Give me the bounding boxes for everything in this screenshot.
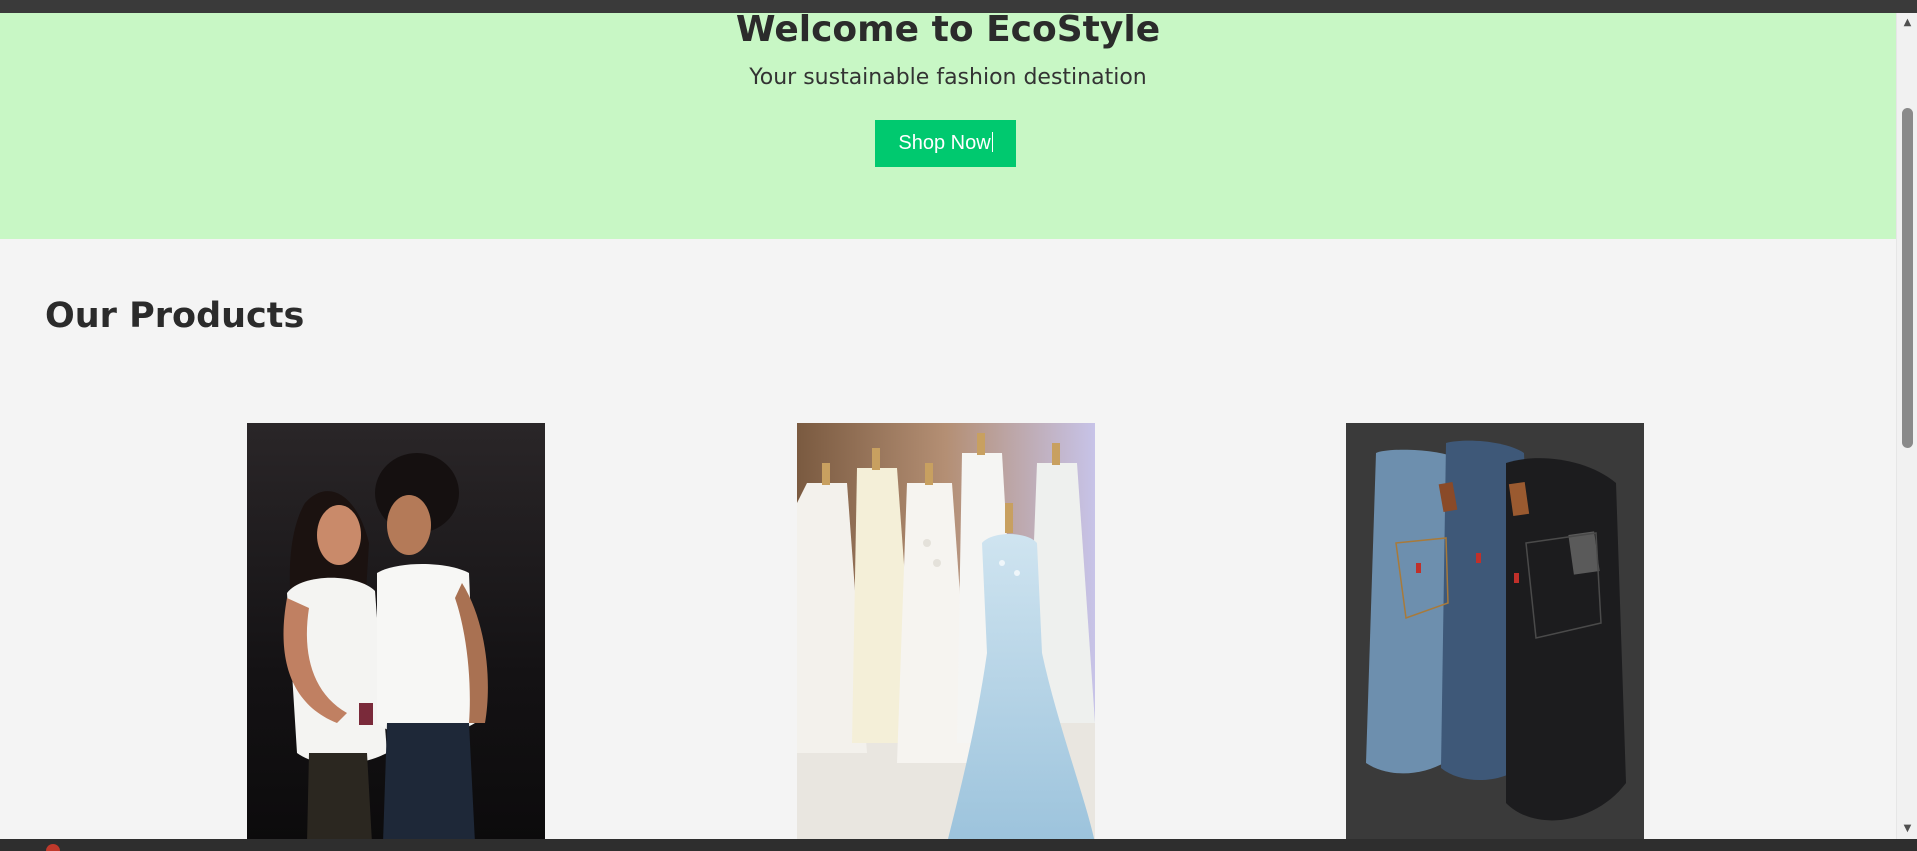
- taskbar-strip: [0, 839, 1917, 851]
- couple-white-tshirts-photo: [247, 423, 545, 839]
- hero-title: Welcome to EcoStyle: [735, 13, 1161, 50]
- vertical-scrollbar[interactable]: ▲ ▼: [1896, 13, 1917, 839]
- hero-banner: Welcome to EcoStyle Your sustainable fas…: [0, 13, 1896, 239]
- hero-subtitle: Your sustainable fashion destination: [749, 65, 1147, 90]
- product-card-dresses[interactable]: [797, 423, 1095, 839]
- text-cursor: [991, 131, 993, 152]
- scrollbar-thumb[interactable]: [1902, 108, 1913, 448]
- product-card-tshirts[interactable]: [247, 423, 545, 839]
- product-card-jeans[interactable]: [1346, 423, 1644, 839]
- wedding-dresses-mannequins-photo: [797, 423, 1095, 839]
- scroll-down-arrow-icon[interactable]: ▼: [1897, 821, 1917, 837]
- shop-now-button[interactable]: Shop Now: [875, 120, 1016, 167]
- scroll-up-arrow-icon[interactable]: ▲: [1897, 15, 1917, 31]
- shop-now-label: Shop Now: [898, 132, 991, 154]
- taskbar-app-icon[interactable]: [46, 844, 60, 851]
- folded-jeans-photo: [1346, 423, 1644, 839]
- products-heading: Our Products: [45, 296, 305, 336]
- page-viewport: Welcome to EcoStyle Your sustainable fas…: [0, 13, 1896, 839]
- window-top-bar: [0, 0, 1917, 13]
